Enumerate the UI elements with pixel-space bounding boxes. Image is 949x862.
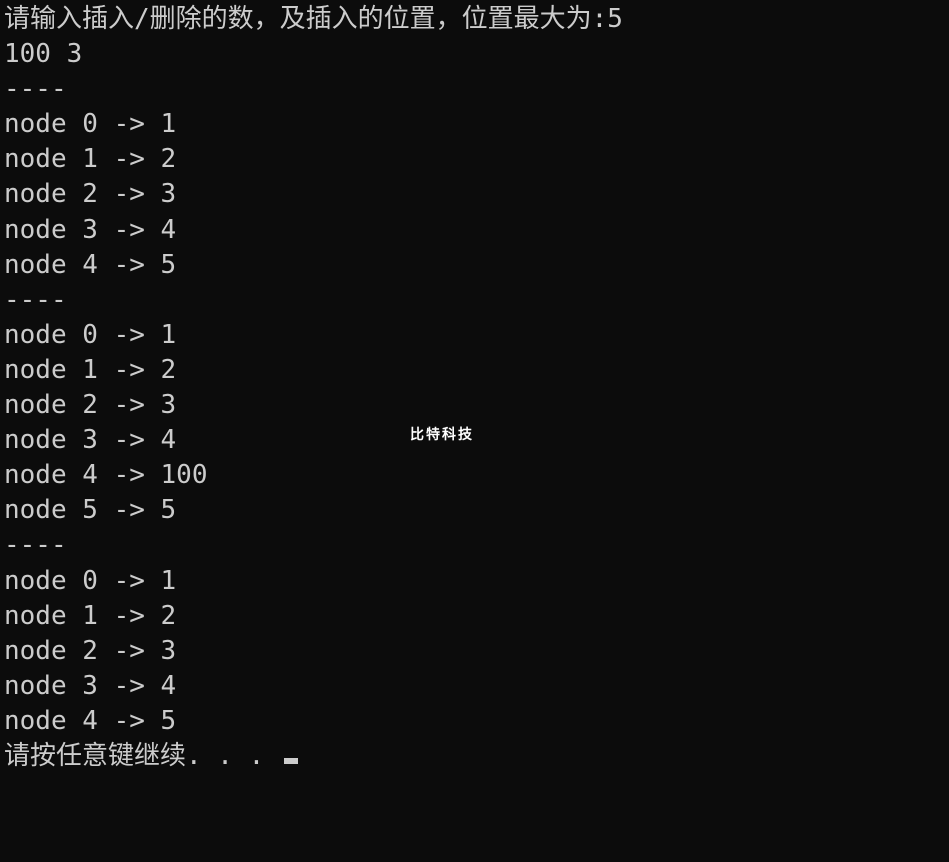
node-output: node 1 -> 2	[4, 353, 945, 388]
node-output: node 2 -> 3	[4, 388, 945, 423]
node-output: node 0 -> 1	[4, 107, 945, 142]
node-output: node 5 -> 5	[4, 493, 945, 528]
node-output: node 3 -> 4	[4, 213, 945, 248]
separator: ----	[4, 72, 945, 107]
continue-prompt[interactable]: 请按任意键继续. . .	[4, 739, 945, 774]
user-input-line: 100 3	[4, 37, 945, 72]
node-output: node 2 -> 3	[4, 634, 945, 669]
node-output: node 4 -> 5	[4, 704, 945, 739]
node-output: node 3 -> 4	[4, 669, 945, 704]
separator: ----	[4, 528, 945, 563]
node-output: node 4 -> 100	[4, 458, 945, 493]
node-output: node 2 -> 3	[4, 177, 945, 212]
separator: ----	[4, 283, 945, 318]
node-output: node 0 -> 1	[4, 564, 945, 599]
cursor-icon	[284, 758, 298, 764]
watermark-text: 比特科技	[410, 425, 474, 444]
node-output: node 4 -> 5	[4, 248, 945, 283]
node-output: node 1 -> 2	[4, 142, 945, 177]
continue-prompt-text: 请按任意键继续. . .	[4, 741, 280, 771]
prompt-line: 请输入插入/删除的数，及插入的位置，位置最大为:5	[4, 2, 945, 37]
node-output: node 1 -> 2	[4, 599, 945, 634]
node-output: node 3 -> 4	[4, 423, 945, 458]
node-output: node 0 -> 1	[4, 318, 945, 353]
